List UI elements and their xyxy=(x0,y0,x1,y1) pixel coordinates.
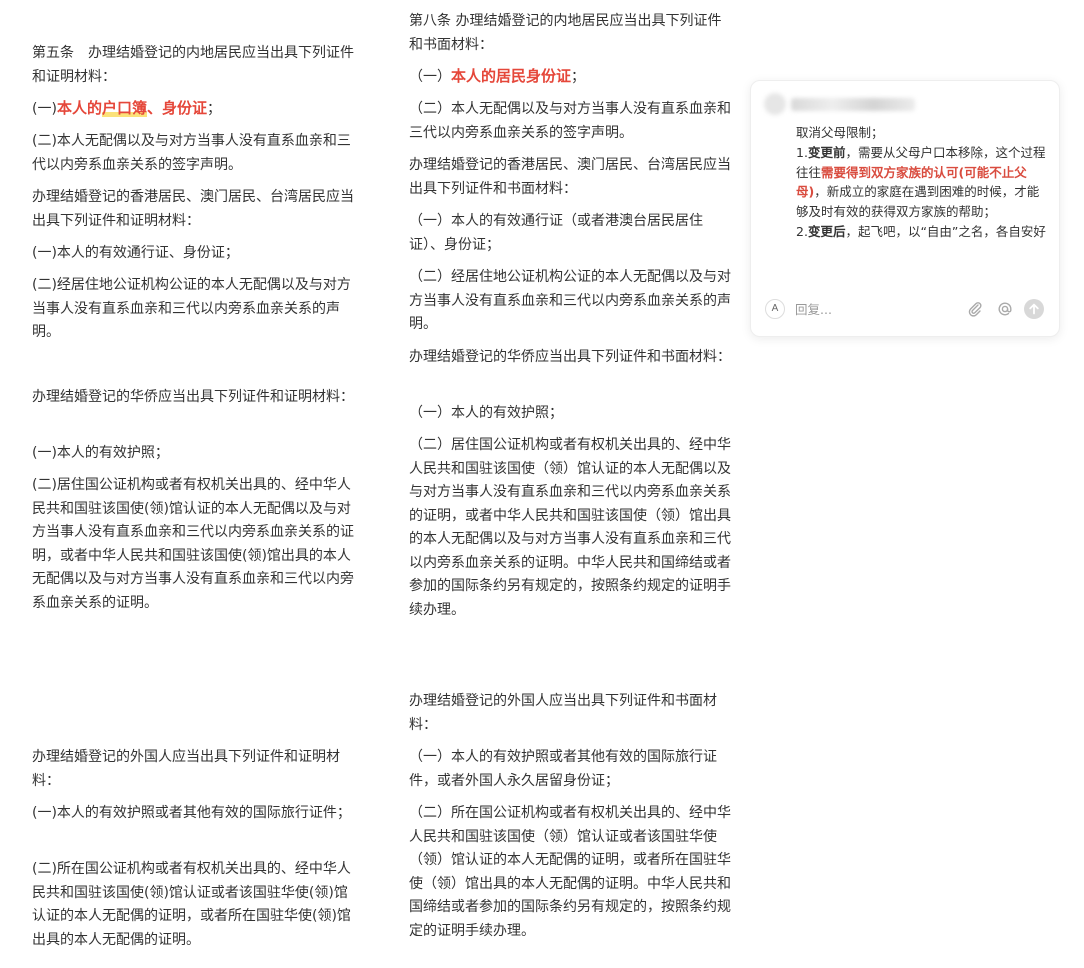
paperclip-icon[interactable] xyxy=(965,299,985,319)
item-prefix: (一) xyxy=(32,101,57,117)
reply-input[interactable] xyxy=(795,300,955,318)
middle-paragraph: 办理结婚登记的香港居民、澳门居民、台湾居民应当出具下列证件和书面材料： xyxy=(409,157,731,197)
middle-paragraph: （一）本人的有效通行证（或者港澳台居民居住证）、身份证； xyxy=(409,213,703,253)
left-paragraph: 办理结婚登记的香港居民、澳门居民、台湾居民应当出具下列证件和证明材料： xyxy=(32,189,354,229)
comment-card[interactable]: 取消父母限制； 1.变更前，需要从父母户口本移除，这个过程往往需要得到双方家族的… xyxy=(750,80,1060,337)
bold-label: 变更前 xyxy=(807,144,846,160)
middle-paragraph: （二）所在国公证机构或者有权机关出具的、经中华人民共和国驻该国使（领）馆认证或者… xyxy=(409,805,731,939)
left-paragraph: (一)本人的有效通行证、身份证； xyxy=(32,245,239,261)
left-paragraph: 办理结婚登记的外国人应当出具下列证件和证明材料： xyxy=(32,749,340,789)
middle-paragraph: （二）居住国公证机构或者有权机关出具的、经中华人民共和国驻该国使（领）馆认证的本… xyxy=(409,437,731,618)
comment-text: ，新成立的家庭在遇到困难的时候，才能够及时有效的获得双方家族的帮助； xyxy=(796,184,1040,220)
middle-paragraph: （一）本人的有效护照或者其他有效的国际旅行证件，或者外国人永久居留身份证； xyxy=(409,749,717,789)
red-text: 、身份证 xyxy=(146,99,207,117)
comment-item-before: 1.变更前，需要从父母户口本移除，这个过程往往需要得到双方家族的认可(可能不止父… xyxy=(796,143,1048,222)
middle-article-heading: 第八条 办理结婚登记的内地居民应当出具下列证件和书面材料： xyxy=(409,13,722,53)
send-arrow-icon[interactable] xyxy=(1024,299,1044,319)
middle-paragraph: 办理结婚登记的华侨应当出具下列证件和书面材料： xyxy=(409,349,731,365)
red-text: 本人的居民身份证 xyxy=(451,67,572,85)
left-paragraph: (二)本人无配偶以及与对方当事人没有直系血亲和三代以内旁系血亲关系的签字声明。 xyxy=(32,133,351,173)
middle-paragraph: （二）经居住地公证机构公证的本人无配偶以及与对方当事人没有直系血亲和三代以内旁系… xyxy=(409,269,731,332)
at-sign-icon[interactable] xyxy=(995,299,1015,319)
highlighted-text[interactable]: 户口簿 xyxy=(101,99,147,117)
avatar xyxy=(764,93,786,115)
middle-paragraph: （二）本人无配偶以及与对方当事人没有直系血亲和三代以内旁系血亲关系的签字声明。 xyxy=(409,101,731,141)
left-item-household-register: (一)本人的户口簿、身份证； xyxy=(32,97,358,122)
middle-paragraph: 办理结婚登记的外国人应当出具下列证件和书面材料： xyxy=(409,693,717,733)
item-prefix: （一） xyxy=(409,69,451,85)
middle-paragraph: （一）本人的有效护照； xyxy=(409,405,563,421)
comment-item-after: 2.变更后，起飞吧，以“自由”之名，各自安好 xyxy=(796,222,1048,242)
reply-avatar: A xyxy=(765,299,785,319)
item-suffix: ； xyxy=(206,101,221,117)
left-paragraph: (二)经居住地公证机构公证的本人无配偶以及与对方当事人没有直系血亲和三代以内旁系… xyxy=(32,277,351,340)
middle-item-id-card: （一）本人的居民身份证； xyxy=(409,65,735,90)
left-article-heading: 第五条 办理结婚登记的内地居民应当出具下列证件和证明材料： xyxy=(32,45,354,85)
left-paragraph: 办理结婚登记的华侨应当出具下列证件和证明材料： xyxy=(32,389,354,405)
comment-line: 取消父母限制； xyxy=(796,125,884,140)
item-suffix: ； xyxy=(571,69,586,85)
item-number: 2. xyxy=(796,223,808,239)
comment-text: ，起飞吧，以“自由”之名，各自安好 xyxy=(845,223,1046,239)
item-number: 1. xyxy=(796,144,808,160)
red-text: 本人的 xyxy=(56,99,102,117)
comment-body: 取消父母限制； 1.变更前，需要从父母户口本移除，这个过程往往需要得到双方家族的… xyxy=(796,123,1048,242)
comment-username-blurred xyxy=(791,98,915,111)
left-paragraph: (二)所在国公证机构或者有权机关出具的、经中华人民共和国驻该国使(领)馆认证或者… xyxy=(32,861,351,948)
reply-row: A xyxy=(765,297,1047,321)
left-paragraph: (一)本人的有效护照； xyxy=(32,445,169,461)
bold-label: 变更后 xyxy=(807,223,846,239)
left-paragraph: (二)居住国公证机构或者有权机关出具的、经中华人民共和国驻该国使(领)馆认证的本… xyxy=(32,477,354,611)
left-paragraph: (一)本人的有效护照或者其他有效的国际旅行证件； xyxy=(32,805,351,821)
